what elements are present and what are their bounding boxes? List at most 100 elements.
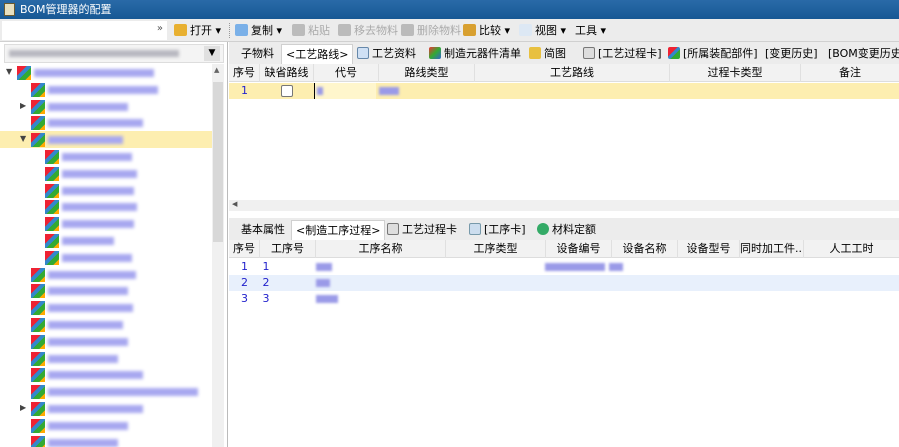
remove-icon — [338, 24, 351, 36]
default-route-checkbox[interactable] — [281, 85, 293, 97]
table-row[interactable]: 33 — [229, 291, 899, 307]
tab-process-route[interactable]: <工艺路线> — [281, 44, 354, 64]
tab-parent-assembly[interactable]: [所属装配部件] — [664, 44, 762, 64]
col-seq[interactable]: 序号 — [229, 64, 260, 82]
card-icon — [387, 223, 399, 235]
table-row[interactable]: 1 — [229, 83, 899, 99]
tree-node[interactable] — [0, 198, 212, 215]
tree-node[interactable] — [0, 383, 212, 400]
code-cell[interactable] — [314, 83, 376, 99]
tab-sketch[interactable]: 简图 — [525, 44, 570, 64]
tab-manufacturing-process[interactable]: <制造工序过程> — [291, 220, 386, 240]
dropdown-arrow-icon[interactable]: ▼ — [204, 46, 220, 61]
tree-node[interactable] — [0, 148, 212, 165]
folder-icon — [174, 24, 187, 36]
tree-node[interactable] — [0, 266, 212, 283]
operation-card-icon — [469, 223, 481, 235]
tab-basic-attributes[interactable]: 基本属性 — [237, 220, 289, 240]
tree-node[interactable] — [0, 316, 212, 333]
tree-node[interactable] — [0, 182, 212, 199]
tree-node[interactable] — [0, 417, 212, 434]
bom-tree[interactable]: ▼ ▶ ▼ ▶ — [0, 64, 212, 447]
tree-node[interactable] — [0, 81, 212, 98]
lower-tabs: 基本属性 <制造工序过程> 工艺过程卡 [工序卡] 材料定额 — [229, 218, 899, 240]
open-button[interactable]: 打开 ▾ — [174, 22, 221, 39]
tab-sub-material[interactable]: 子物料 — [237, 44, 278, 64]
search-combo[interactable]: » — [2, 21, 167, 40]
col-seq[interactable]: 序号 — [229, 240, 260, 258]
part-icon — [31, 99, 45, 114]
part-icon — [45, 183, 59, 198]
expand-arrow-icon[interactable]: ▼ — [20, 134, 26, 143]
col-card-type[interactable]: 过程卡类型 — [670, 64, 801, 82]
col-op-type[interactable]: 工序类型 — [446, 240, 546, 258]
col-equip-model[interactable]: 设备型号 — [678, 240, 740, 258]
scroll-left-icon[interactable]: ◀ — [232, 200, 237, 208]
blurred-label — [48, 371, 143, 380]
tab-process-card-lower[interactable]: 工艺过程卡 — [383, 220, 461, 240]
tab-component-list[interactable]: 制造元器件清单 — [425, 44, 525, 64]
tree-node[interactable] — [0, 333, 212, 350]
tree-node[interactable] — [0, 249, 212, 266]
tree-node[interactable] — [0, 350, 212, 367]
tree-scrollbar[interactable]: ▲ — [212, 64, 224, 447]
tree-node[interactable] — [0, 165, 212, 182]
paste-button[interactable]: 粘贴 — [292, 22, 330, 39]
col-labor-hours[interactable]: 人工工时 — [804, 240, 899, 258]
title-bar: BOM管理器的配置 — [0, 0, 899, 19]
tree-node[interactable]: ▼ — [0, 131, 212, 149]
table-row[interactable]: 11 — [229, 259, 899, 275]
col-process-route[interactable]: 工艺路线 — [475, 64, 670, 82]
scroll-thumb[interactable] — [213, 82, 223, 242]
assembly-icon — [668, 47, 680, 59]
col-op-no[interactable]: 工序号 — [260, 240, 316, 258]
compare-button[interactable]: 比较 ▾ — [463, 22, 510, 39]
blurred-label — [48, 102, 128, 111]
collapse-arrow-icon[interactable]: ▶ — [20, 403, 26, 412]
table-row[interactable]: 22 — [229, 275, 899, 291]
remove-material-button[interactable]: 移去物料 — [338, 22, 398, 39]
tree-node[interactable]: ▶ — [0, 400, 212, 417]
scroll-up-icon[interactable]: ▲ — [214, 66, 219, 74]
tree-node[interactable] — [0, 114, 212, 131]
blurred-label — [48, 119, 143, 128]
tab-process-data[interactable]: 工艺资料 — [353, 44, 420, 64]
tab-change-history[interactable]: [变更历史] — [761, 44, 822, 64]
col-route-type[interactable]: 路线类型 — [379, 64, 475, 82]
blurred-label — [48, 270, 136, 279]
col-equip-no[interactable]: 设备编号 — [546, 240, 612, 258]
tab-operation-card[interactable]: [工序卡] — [465, 220, 530, 240]
col-remark[interactable]: 备注 — [801, 64, 899, 82]
col-op-name[interactable]: 工序名称 — [316, 240, 446, 258]
scale-icon — [463, 24, 476, 36]
tab-process-card[interactable]: [工艺过程卡] — [579, 44, 666, 64]
col-code[interactable]: 代号 — [314, 64, 379, 82]
expand-arrow-icon[interactable]: ▼ — [6, 67, 12, 76]
tree-node[interactable] — [0, 366, 212, 383]
horizontal-scrollbar[interactable]: ◀ — [229, 200, 899, 211]
blurred-label — [62, 203, 137, 212]
part-icon — [31, 334, 45, 349]
tree-node[interactable]: ▶ — [0, 98, 212, 115]
delete-material-button[interactable]: 删除物料 — [401, 22, 461, 39]
collapse-arrow-icon[interactable]: ▶ — [20, 101, 26, 110]
tree-node[interactable] — [0, 282, 212, 299]
copy-button[interactable]: 复制 ▾ — [235, 22, 282, 39]
col-simultaneous[interactable]: 同时加工件... — [740, 240, 804, 258]
tab-bom-change-history[interactable]: [BOM变更历史] — [824, 44, 899, 64]
blurred-label — [34, 69, 154, 77]
tree-node[interactable] — [0, 215, 212, 232]
chevron-down-icon: » — [156, 23, 163, 34]
tree-node[interactable] — [0, 232, 212, 249]
tools-button[interactable]: 工具 ▾ — [575, 22, 606, 39]
view-button[interactable]: 视图 ▾ — [519, 22, 566, 39]
bom-selector[interactable]: ▼ — [4, 44, 224, 63]
tree-node[interactable]: ▼ — [0, 64, 212, 81]
blurred-label — [62, 253, 132, 262]
tree-node[interactable] — [0, 299, 212, 316]
upper-tabs: 子物料 <工艺路线> 工艺资料 制造元器件清单 简图 [工艺过程卡] [所属装配… — [229, 42, 899, 64]
tab-material-quota[interactable]: 材料定额 — [533, 220, 600, 240]
col-default-route[interactable]: 缺省路线 — [260, 64, 314, 82]
col-equip-name[interactable]: 设备名称 — [612, 240, 678, 258]
tree-node[interactable] — [0, 434, 212, 447]
